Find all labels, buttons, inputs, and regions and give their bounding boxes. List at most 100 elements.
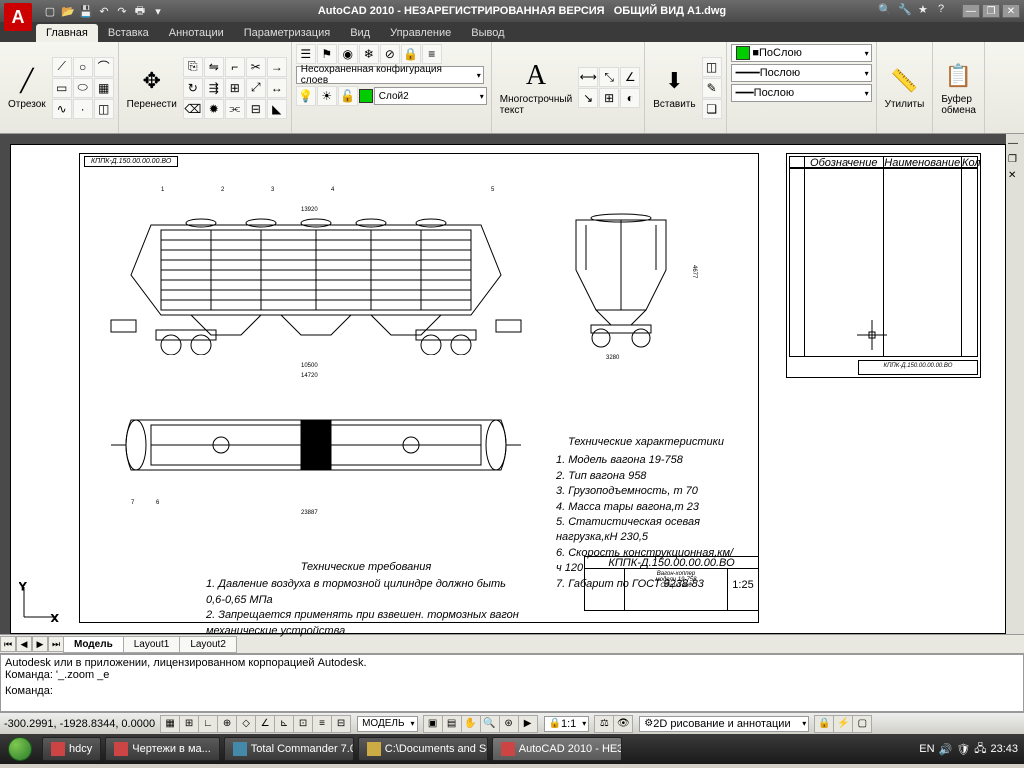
circle-icon[interactable]: ○	[73, 57, 93, 77]
polyline-icon[interactable]: ⟋	[52, 57, 72, 77]
stretch-icon[interactable]: ↔	[267, 78, 287, 98]
quickview-icon[interactable]: ▣	[423, 715, 443, 733]
erase-icon[interactable]: ⌫	[183, 99, 203, 119]
undo-icon[interactable]: ↶	[96, 3, 112, 19]
osnap-icon[interactable]: ◇	[236, 715, 256, 733]
annoscale-icon[interactable]: ⚖	[594, 715, 614, 733]
tray-shield-icon[interactable]: 🛡	[956, 743, 970, 756]
tab-first-icon[interactable]: ⏮	[0, 636, 16, 652]
rotate-icon[interactable]: ↻	[183, 78, 203, 98]
pan-icon[interactable]: ✋	[461, 715, 481, 733]
layer-lock-icon[interactable]: 🔒	[401, 44, 421, 64]
restore-icon[interactable]: —	[1008, 138, 1022, 152]
layer-state-icon[interactable]: ⚑	[317, 44, 337, 64]
move-button[interactable]: ✥ Перенести	[123, 63, 181, 112]
extend-icon[interactable]: →	[267, 57, 287, 77]
block-attr-icon[interactable]: ❏	[702, 99, 722, 119]
break-icon[interactable]: ⊟	[246, 99, 266, 119]
linetype-combo[interactable]: ━━━━ Послою	[731, 64, 872, 82]
leader-icon[interactable]: ↘	[578, 88, 598, 108]
trim-icon[interactable]: ✂	[246, 57, 266, 77]
mtext-button[interactable]: A Многострочный текст	[496, 58, 576, 118]
start-button[interactable]	[0, 734, 40, 764]
task-autocad[interactable]: AutoCAD 2010 - НЕЗ...	[492, 737, 622, 761]
workspace-combo[interactable]: ⚙ 2D рисование и аннотации	[639, 716, 809, 732]
hwaccel-icon[interactable]: ⚡	[833, 715, 853, 733]
polar-icon[interactable]: ⊕	[217, 715, 237, 733]
command-input[interactable]	[56, 685, 1019, 698]
layer-bulb-icon[interactable]: 💡	[296, 86, 316, 106]
layer-lock2-icon[interactable]: 🔓	[338, 86, 358, 106]
layer-iso-icon[interactable]: ◉	[338, 44, 358, 64]
minimize-button[interactable]: —	[962, 4, 980, 18]
create-block-icon[interactable]: ◫	[702, 57, 722, 77]
region-icon[interactable]: ◫	[94, 99, 114, 119]
offset-icon[interactable]: ⇶	[204, 78, 224, 98]
qat-dropdown-icon[interactable]: ▾	[150, 3, 166, 19]
layer-color-swatch[interactable]	[359, 89, 373, 103]
close-button[interactable]: ✕	[1002, 4, 1020, 18]
wheel-icon[interactable]: ⊛	[499, 715, 519, 733]
clipboard-button[interactable]: 📋 Буфер обмена	[937, 58, 980, 118]
layer-match-icon[interactable]: ≡	[422, 44, 442, 64]
spline-icon[interactable]: ∿	[52, 99, 72, 119]
tray-clock[interactable]: 23:43	[990, 743, 1018, 755]
layer-sun-icon[interactable]: ☀	[317, 86, 337, 106]
ellipse-icon[interactable]: ⬭	[73, 78, 93, 98]
fillet-icon[interactable]: ⌐	[225, 57, 245, 77]
tab-layout1[interactable]: Layout1	[123, 636, 181, 653]
chamfer-icon[interactable]: ◣	[267, 99, 287, 119]
zoom-icon[interactable]: 🔍	[480, 715, 500, 733]
max-vp-icon[interactable]: ❐	[1008, 154, 1022, 168]
line-button[interactable]: ╱ Отрезок	[4, 63, 50, 112]
app-logo[interactable]: A	[4, 3, 32, 31]
insert-button[interactable]: ⬇ Вставить	[649, 63, 699, 112]
scale-icon[interactable]: ⤢	[246, 78, 266, 98]
task-totalcmd[interactable]: Total Commander 7.0...	[224, 737, 354, 761]
annovis-icon[interactable]: 👁	[613, 715, 633, 733]
print-icon[interactable]: 🖶	[132, 3, 148, 19]
tab-output[interactable]: Вывод	[461, 24, 514, 42]
layer-prop-icon[interactable]: ☰	[296, 44, 316, 64]
snap-icon[interactable]: ▦	[160, 715, 180, 733]
annotation-scale[interactable]: 🔒 1:1	[544, 716, 590, 732]
tab-next-icon[interactable]: ▶	[32, 636, 48, 652]
explode-icon[interactable]: ✹	[204, 99, 224, 119]
utilities-button[interactable]: 📏 Утилиты	[881, 63, 929, 112]
task-hdcy[interactable]: hdcy	[42, 737, 101, 761]
qp-icon[interactable]: ⊟	[331, 715, 351, 733]
tab-main[interactable]: Главная	[36, 24, 98, 42]
cleanscreen-icon[interactable]: ▢	[852, 715, 872, 733]
table-icon[interactable]: ⊞	[599, 88, 619, 108]
star-icon[interactable]: ★	[918, 3, 934, 19]
layer-state-combo[interactable]: Несохраненная конфигурация слоев	[296, 66, 484, 84]
task-explorer[interactable]: C:\Documents and Se...	[358, 737, 488, 761]
color-combo[interactable]: ■ПоСлою	[731, 44, 872, 62]
tab-model[interactable]: Модель	[63, 636, 124, 653]
otrack-icon[interactable]: ∠	[255, 715, 275, 733]
hatch-icon[interactable]: ▦	[94, 78, 114, 98]
edit-block-icon[interactable]: ✎	[702, 78, 722, 98]
dim-angle-icon[interactable]: ∠	[620, 67, 640, 87]
dim-radius-icon[interactable]: ◐	[620, 88, 640, 108]
rect-icon[interactable]: ▭	[52, 78, 72, 98]
task-drawings[interactable]: Чертежи в ма...	[105, 737, 220, 761]
ducs-icon[interactable]: ⊾	[274, 715, 294, 733]
toolbar-lock-icon[interactable]: 🔒	[814, 715, 834, 733]
help-icon[interactable]: ?	[938, 3, 954, 19]
maximize-button[interactable]: ❐	[982, 4, 1000, 18]
tab-last-icon[interactable]: ⏭	[48, 636, 64, 652]
open-icon[interactable]: 📂	[60, 3, 76, 19]
new-icon[interactable]: ▢	[42, 3, 58, 19]
redo-icon[interactable]: ↷	[114, 3, 130, 19]
key-icon[interactable]: 🔧	[898, 3, 914, 19]
drawing-canvas[interactable]: КППК-Д.150.00.00.00.ВО	[10, 144, 1006, 634]
search-icon[interactable]: 🔍	[878, 3, 894, 19]
save-icon[interactable]: 💾	[78, 3, 94, 19]
layer-freeze-icon[interactable]: ❄	[359, 44, 379, 64]
grid-icon[interactable]: ⊞	[179, 715, 199, 733]
dim-linear-icon[interactable]: ⟷	[578, 67, 598, 87]
dyn-icon[interactable]: ⊡	[293, 715, 313, 733]
quicklayout-icon[interactable]: ▤	[442, 715, 462, 733]
tray-lang[interactable]: EN	[919, 743, 934, 755]
